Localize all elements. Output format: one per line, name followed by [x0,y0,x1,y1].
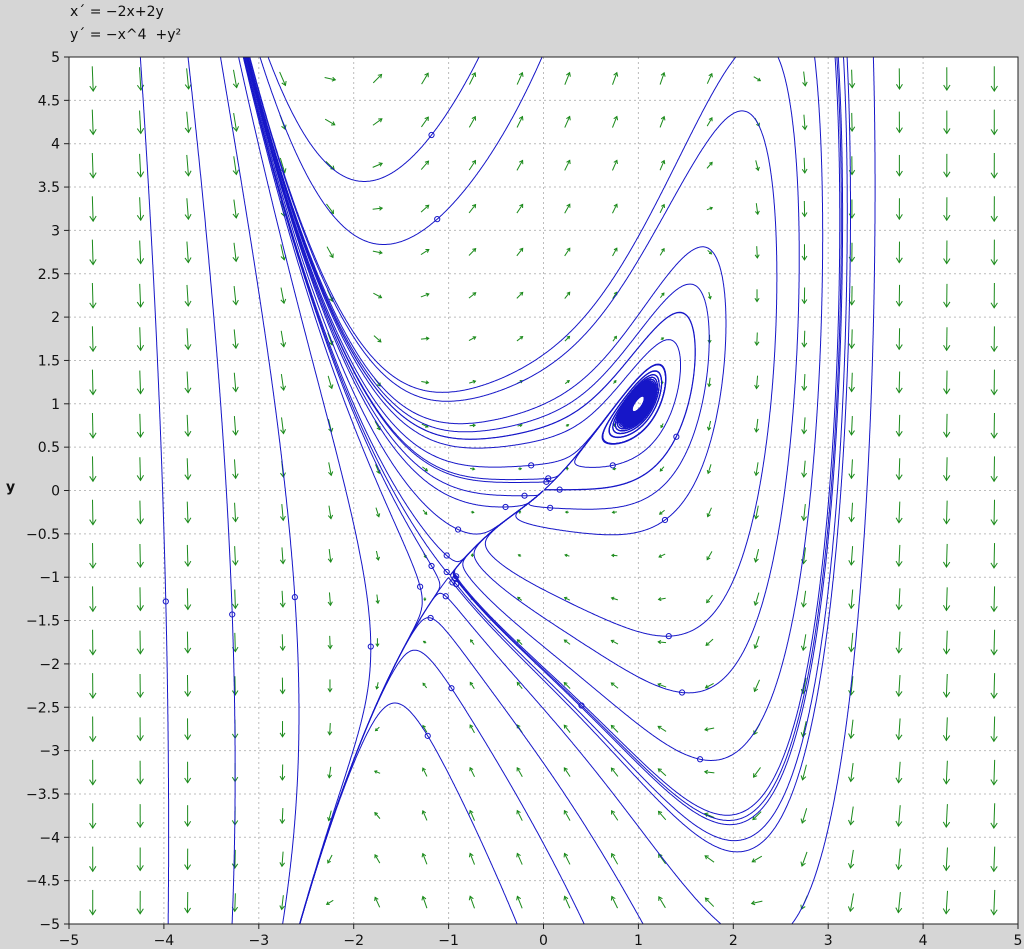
y-tick-label: 3.5 [38,180,60,196]
x-tick-label: 2 [729,933,738,949]
x-tick-label: −4 [154,933,175,949]
y-tick-label: 3 [51,223,60,239]
y-tick-label: −0.5 [26,527,60,543]
y-tick-label: −1.5 [26,614,60,630]
y-tick-label: 1.5 [38,353,60,369]
x-tick-label: 0 [539,933,548,949]
y-axis-label: y [6,480,15,496]
y-tick-label: 4.5 [38,93,60,109]
y-tick-label: −2 [39,657,60,673]
y-tick-label: 2.5 [38,267,60,283]
y-tick-label: −5 [39,917,60,933]
y-tick-label: 0.5 [38,440,60,456]
y-tick-label: 5 [51,50,60,66]
x-tick-label: −5 [59,933,80,949]
x-tick-label: 5 [1014,933,1023,949]
y-tick-label: 4 [51,137,60,153]
y-tick-label: −4 [39,830,60,846]
y-tick-label: 2 [51,310,60,326]
x-tick-label: 1 [634,933,643,949]
phase-portrait-chart[interactable]: −5 −4 −3 −2 −1 0 1 2 3 4 5 5 4.5 4 3.5 3 2.5 2 1.5 1 0.5 0 −0.… [0,0,1024,949]
y-tick-label: 0 [51,484,60,500]
x-tick-label: −2 [343,933,364,949]
y-tick-label: −3.5 [26,787,60,803]
phase-plane-window: x´ = −2x+2y y´ = −x^4 +y² −5 −4 −3 −2 −1 0 1 2 3… [0,0,1024,949]
y-tick-label: −3 [39,744,60,760]
y-tick-label: −2.5 [26,700,60,716]
x-tick-label: −3 [248,933,269,949]
x-tick-label: 4 [919,933,928,949]
y-tick-label: −4.5 [26,874,60,890]
y-tick-label: 1 [51,397,60,413]
y-tick-label: −1 [39,570,60,586]
x-tick-label: 3 [824,933,833,949]
x-tick-label: −1 [438,933,459,949]
